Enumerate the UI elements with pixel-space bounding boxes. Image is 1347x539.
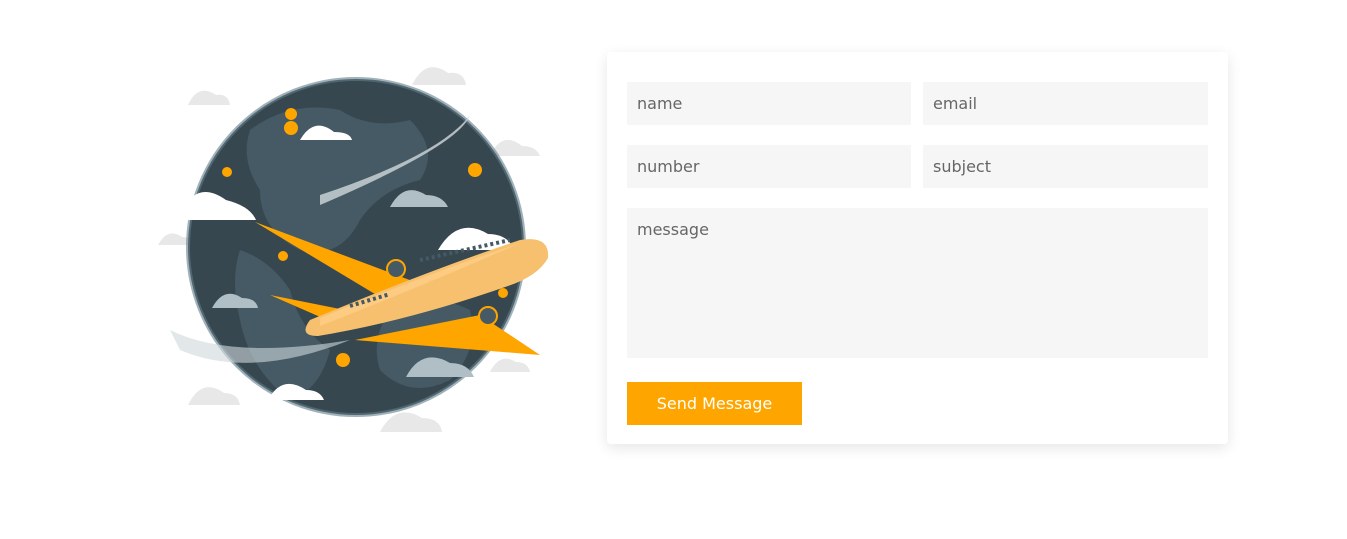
subject-field[interactable] (923, 145, 1208, 188)
contact-section: Send Message (0, 0, 1347, 539)
name-field[interactable] (627, 82, 911, 125)
message-field[interactable] (627, 208, 1208, 358)
number-field[interactable] (627, 145, 911, 188)
travel-illustration-icon (150, 67, 549, 432)
contact-form: Send Message (607, 52, 1228, 444)
globe-airplane-illustration (150, 50, 570, 450)
email-field[interactable] (923, 82, 1208, 125)
send-message-button[interactable]: Send Message (627, 382, 802, 425)
